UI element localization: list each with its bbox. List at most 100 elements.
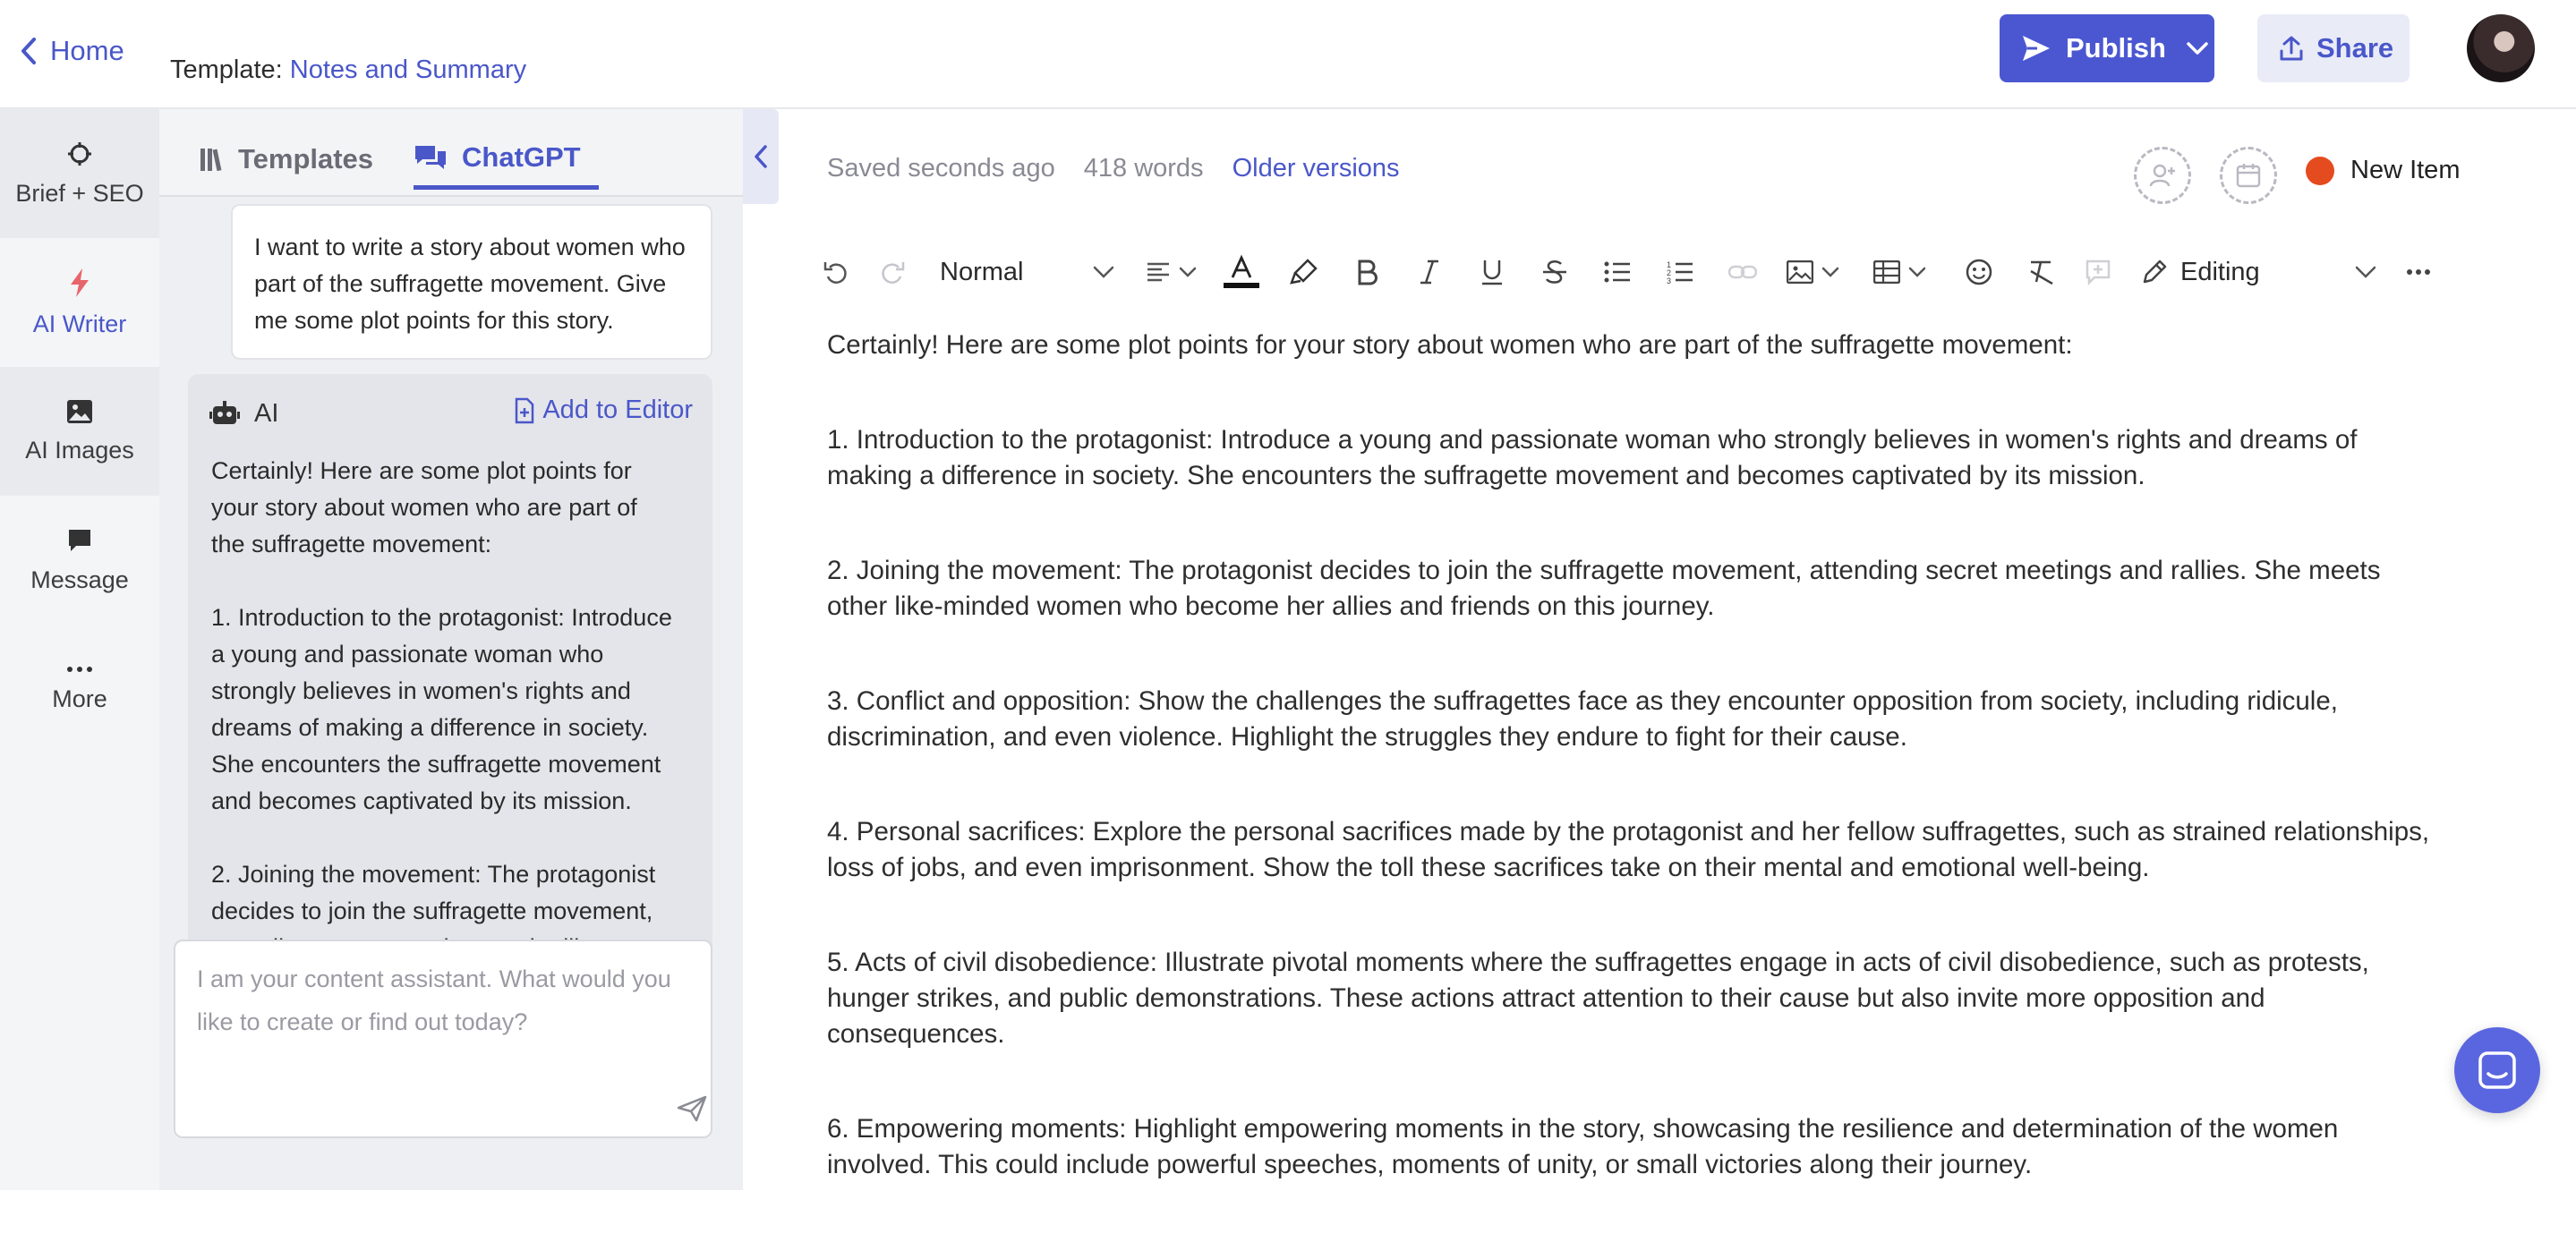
more-options-button[interactable] bbox=[2393, 247, 2444, 297]
table-icon bbox=[1873, 260, 1900, 284]
undo-icon bbox=[823, 259, 849, 285]
library-icon bbox=[199, 146, 224, 173]
lightning-icon bbox=[68, 268, 91, 298]
template-prefix: Template: bbox=[170, 55, 283, 84]
tab-chatgpt[interactable]: ChatGPT bbox=[414, 129, 599, 190]
status-dot bbox=[2306, 156, 2334, 185]
nav-item-ai-writer[interactable]: AI Writer bbox=[0, 238, 159, 367]
doc-paragraph: 6. Empowering moments: Highlight empower… bbox=[827, 1114, 2339, 1179]
word-count: 418 words bbox=[1083, 154, 1204, 183]
chat-panel: Templates ChatGPT I want to write a stor… bbox=[159, 109, 743, 1190]
publish-button[interactable]: Publish bbox=[2000, 14, 2214, 82]
collapse-panel-button[interactable] bbox=[743, 109, 779, 204]
editor-toolbar: Normal 1 2 3 Editing bbox=[811, 243, 2547, 301]
home-link[interactable]: Home bbox=[20, 32, 124, 70]
comment-add-icon bbox=[2085, 259, 2111, 285]
align-dropdown[interactable] bbox=[1133, 247, 1210, 297]
chevron-down-icon bbox=[1178, 266, 1198, 278]
chevron-down-icon bbox=[1907, 266, 1927, 278]
image-icon bbox=[66, 399, 93, 424]
bullet-list-icon bbox=[1604, 260, 1631, 284]
chevron-down-icon bbox=[2354, 265, 2377, 279]
text-style-value: Normal bbox=[940, 257, 1024, 286]
status-indicator[interactable]: New Item bbox=[2306, 156, 2460, 185]
bold-button[interactable] bbox=[1335, 247, 1398, 297]
chat-input[interactable] bbox=[197, 957, 695, 1065]
user-plus-icon bbox=[2149, 162, 2176, 189]
comment-button[interactable] bbox=[2073, 247, 2123, 297]
link-icon bbox=[1728, 262, 1757, 282]
template-name[interactable]: Notes and Summary bbox=[290, 55, 526, 84]
file-add-icon bbox=[514, 397, 535, 424]
robot-icon bbox=[209, 399, 240, 428]
document-meta: Saved seconds ago 418 words Older versio… bbox=[827, 154, 1400, 183]
redo-icon bbox=[879, 259, 906, 285]
italic-button[interactable] bbox=[1398, 247, 1461, 297]
editor: Saved seconds ago 418 words Older versio… bbox=[779, 109, 2576, 1190]
send-message-icon[interactable] bbox=[677, 1095, 707, 1122]
bullet-list-button[interactable] bbox=[1586, 247, 1649, 297]
doc-paragraph: Certainly! Here are some plot points for… bbox=[827, 330, 2073, 360]
chat-bubble-icon bbox=[66, 527, 93, 554]
home-label: Home bbox=[50, 35, 124, 66]
doc-paragraph: 2. Joining the movement: The protagonist… bbox=[827, 556, 2381, 621]
schedule-button[interactable] bbox=[2220, 147, 2277, 204]
nav-label: Message bbox=[30, 566, 129, 593]
doc-paragraph: 3. Conflict and opposition: Show the cha… bbox=[827, 686, 2338, 752]
chevron-left-icon bbox=[20, 37, 38, 65]
strikethrough-button[interactable] bbox=[1523, 247, 1586, 297]
document-body[interactable]: Certainly! Here are some plot points for… bbox=[827, 328, 2438, 1242]
underline-icon bbox=[1480, 259, 1504, 285]
table-insert-dropdown[interactable] bbox=[1853, 247, 1948, 297]
nav-item-message[interactable]: Message bbox=[0, 496, 159, 625]
clear-format-button[interactable] bbox=[2010, 247, 2073, 297]
doc-paragraph: 1. Introduction to the protagonist: Intr… bbox=[827, 425, 2358, 490]
send-icon bbox=[2021, 34, 2051, 63]
chat-support-icon bbox=[2478, 1051, 2517, 1090]
panel-tabs: Templates ChatGPT bbox=[159, 109, 743, 197]
pencil-icon bbox=[2141, 259, 2168, 285]
chat-input-box bbox=[174, 940, 712, 1138]
image-icon bbox=[1787, 260, 1813, 284]
support-chat-button[interactable] bbox=[2454, 1027, 2540, 1113]
font-color-button[interactable] bbox=[1210, 247, 1273, 297]
saved-status: Saved seconds ago bbox=[827, 154, 1055, 183]
add-to-editor-button[interactable]: Add to Editor bbox=[514, 396, 693, 425]
image-insert-dropdown[interactable] bbox=[1774, 247, 1853, 297]
ai-paragraph: 1. Introduction to the protagonist: Intr… bbox=[211, 604, 672, 814]
italic-icon bbox=[1419, 259, 1440, 285]
highlight-button[interactable] bbox=[1273, 247, 1335, 297]
left-nav: Brief + SEO AI Writer AI Images Message … bbox=[0, 109, 159, 1190]
crosshair-icon bbox=[66, 140, 93, 167]
text-style-select[interactable]: Normal bbox=[924, 247, 1115, 297]
nav-item-ai-images[interactable]: AI Images bbox=[0, 367, 159, 496]
nav-label: AI Writer bbox=[32, 310, 127, 337]
strikethrough-icon bbox=[1542, 259, 1567, 285]
align-left-icon bbox=[1146, 260, 1171, 284]
status-label: New Item bbox=[2350, 156, 2461, 184]
svg-text:3: 3 bbox=[1667, 276, 1671, 285]
add-collaborator-button[interactable] bbox=[2134, 147, 2191, 204]
ai-response-header: AI Add to Editor bbox=[209, 392, 693, 435]
nav-item-more[interactable]: More bbox=[0, 625, 159, 753]
numbered-list-icon: 123 bbox=[1667, 259, 1693, 285]
emoji-button[interactable] bbox=[1948, 247, 2010, 297]
undo-button[interactable] bbox=[811, 247, 861, 297]
redo-button[interactable] bbox=[861, 247, 924, 297]
chevron-down-icon bbox=[1821, 266, 1840, 278]
highlighter-icon bbox=[1290, 258, 1318, 286]
nav-item-brief-seo[interactable]: Brief + SEO bbox=[0, 109, 159, 238]
underline-button[interactable] bbox=[1461, 247, 1523, 297]
ai-label: AI bbox=[254, 398, 279, 428]
share-label: Share bbox=[2316, 32, 2394, 64]
add-to-editor-label: Add to Editor bbox=[542, 396, 693, 424]
share-button[interactable]: Share bbox=[2257, 14, 2410, 82]
older-versions-link[interactable]: Older versions bbox=[1233, 154, 1400, 183]
tab-label: Templates bbox=[238, 143, 374, 174]
numbered-list-button[interactable]: 123 bbox=[1649, 247, 1711, 297]
editing-mode-select[interactable]: Editing bbox=[2141, 247, 2393, 297]
link-button[interactable] bbox=[1711, 247, 1774, 297]
chevron-down-icon bbox=[2186, 41, 2209, 55]
tab-templates[interactable]: Templates bbox=[199, 129, 373, 190]
avatar[interactable] bbox=[2467, 14, 2535, 82]
